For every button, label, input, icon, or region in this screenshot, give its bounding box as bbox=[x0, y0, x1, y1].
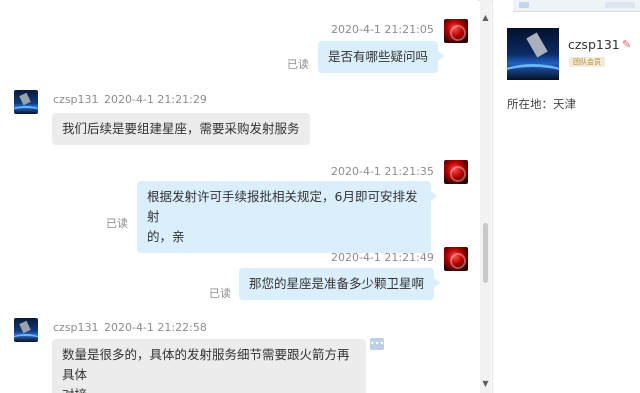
more-options-icon[interactable]: ••• bbox=[370, 338, 384, 350]
message-text-line: 的，亲 bbox=[147, 229, 185, 244]
scroll-down-arrow-icon[interactable]: ▼ bbox=[480, 378, 491, 389]
message-text: 我们后续是要组建星座，需要采购发射服务 bbox=[62, 121, 300, 136]
agent-avatar[interactable] bbox=[444, 160, 468, 184]
customer-avatar[interactable] bbox=[14, 318, 38, 342]
member-badge: 团队会员 bbox=[569, 57, 605, 67]
read-status: 已读 bbox=[287, 58, 309, 71]
profile-location: 所在地：天津 bbox=[507, 97, 576, 111]
sender-name: czsp131 bbox=[53, 321, 99, 334]
profile-sidebar: czsp131 ✎ 团队会员 所在地：天津 bbox=[492, 0, 640, 393]
profile-name: czsp131 bbox=[568, 37, 620, 52]
customer-avatar[interactable] bbox=[14, 90, 38, 114]
chat-scrollbar[interactable]: ▲ ▼ bbox=[480, 0, 491, 393]
agent-avatar[interactable] bbox=[444, 19, 468, 43]
read-status: 已读 bbox=[106, 217, 128, 230]
message-text-line: 数量是很多的，具体的发射服务细节需要跟火箭方再具体 bbox=[62, 347, 350, 382]
message-time: 2020-4-1 21:21:35 bbox=[331, 165, 434, 178]
sidebar-top-tab[interactable] bbox=[513, 0, 640, 12]
message-text-line: 根据发射许可手续报批相关规定，6月即可安排发射 bbox=[147, 189, 418, 224]
message-time: 2020-4-1 21:21:05 bbox=[331, 23, 434, 36]
message-bubble-outgoing: 根据发射许可手续报批相关规定，6月即可安排发射 的，亲 bbox=[137, 181, 437, 253]
message-bubble-outgoing: 那您的星座是准备多少颗卫星啊 bbox=[239, 268, 441, 300]
scroll-up-arrow-icon[interactable]: ▲ bbox=[480, 12, 491, 23]
chat-panel: 2020-4-1 21:21:05 是否有哪些疑问吗 已读 czsp131 20… bbox=[0, 0, 478, 393]
message-time: 2020-4-1 21:21:49 bbox=[331, 251, 434, 264]
message-time: 2020-4-1 21:22:58 bbox=[104, 321, 207, 334]
agent-avatar[interactable] bbox=[444, 247, 468, 271]
profile-avatar[interactable] bbox=[507, 28, 559, 80]
message-text: 是否有哪些疑问吗 bbox=[328, 49, 429, 64]
edit-icon[interactable]: ✎ bbox=[622, 38, 631, 51]
scrollbar-thumb[interactable] bbox=[483, 223, 488, 283]
message-bubble-incoming: 我们后续是要组建星座，需要采购发射服务 bbox=[52, 113, 310, 145]
read-status: 已读 bbox=[209, 287, 231, 300]
sender-name: czsp131 bbox=[53, 93, 99, 106]
message-time: 2020-4-1 21:21:29 bbox=[104, 93, 207, 106]
message-bubble-incoming: 数量是很多的，具体的发射服务细节需要跟火箭方再具体 对接 bbox=[52, 339, 366, 393]
message-bubble-outgoing: 是否有哪些疑问吗 bbox=[318, 41, 445, 73]
message-text-line: 对接 bbox=[62, 385, 356, 393]
message-text: 那您的星座是准备多少颗卫星啊 bbox=[249, 276, 425, 291]
